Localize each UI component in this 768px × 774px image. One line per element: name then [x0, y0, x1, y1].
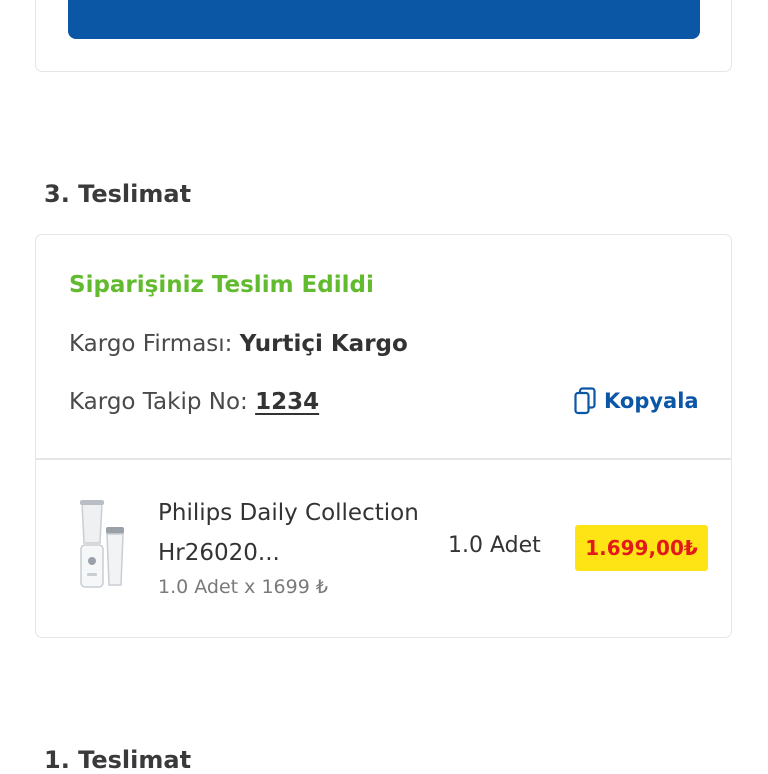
unit-price-detail: 1.0 Adet x 1699 ₺ — [158, 576, 328, 598]
product-quantity: 1.0 Adet — [448, 533, 541, 558]
price-badge: 1.699,00₺ — [575, 525, 708, 571]
delivery-status: Siparişiniz Teslim Edildi — [69, 272, 374, 298]
copy-button[interactable]: Kopyala — [574, 387, 699, 415]
copy-icon — [574, 387, 596, 415]
tracking-number[interactable]: 1234 — [255, 389, 319, 415]
section-title-delivery-3: 3. Teslimat — [44, 180, 192, 208]
product-image[interactable] — [74, 499, 134, 595]
copy-label: Kopyala — [604, 389, 699, 413]
product-name[interactable]: Philips Daily Collection Hr26020... — [158, 493, 448, 573]
tracking-row: Kargo Takip No: 1234 — [69, 389, 319, 415]
carrier-value: Yurtiçi Kargo — [239, 331, 408, 357]
section-title-delivery-1: 1. Teslimat — [44, 746, 192, 774]
delivery-card: Siparişiniz Teslim Edildi Kargo Firması:… — [35, 234, 732, 638]
carrier-row: Kargo Firması: Yurtiçi Kargo — [69, 331, 408, 357]
carrier-label: Kargo Firması: — [69, 331, 233, 357]
primary-action-button[interactable] — [68, 0, 700, 39]
tracking-label: Kargo Takip No: — [69, 389, 248, 415]
divider — [36, 458, 731, 460]
previous-section-card — [35, 0, 732, 72]
